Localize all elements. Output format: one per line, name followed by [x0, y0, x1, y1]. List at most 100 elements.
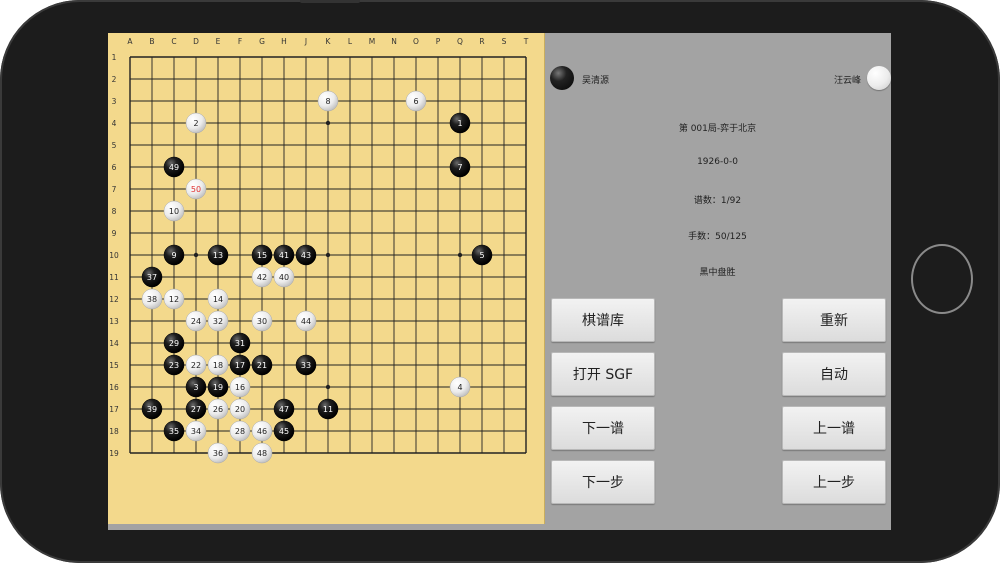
- move-number-31: 31: [235, 339, 245, 348]
- move-number-49: 49: [169, 163, 179, 172]
- column-label-B: B: [149, 37, 154, 46]
- column-label-R: R: [479, 37, 484, 46]
- row-label-17: 17: [109, 405, 119, 414]
- move-number-26: 26: [213, 405, 223, 414]
- row-label-19: 19: [109, 449, 119, 458]
- row-label-10: 10: [109, 251, 119, 260]
- game-title: 第 001局-弈于北京: [678, 124, 757, 134]
- column-label-N: N: [391, 37, 397, 46]
- white-stone-icon: [867, 66, 891, 90]
- move-number-35: 35: [169, 427, 179, 436]
- black-player: 吴清源: [550, 66, 670, 92]
- move-number-12: 12: [169, 295, 179, 304]
- prev-move-button[interactable]: 上一步: [782, 460, 886, 504]
- row-label-2: 2: [112, 75, 117, 84]
- move-number-32: 32: [213, 317, 223, 326]
- column-label-P: P: [436, 37, 441, 46]
- move-number-27: 27: [191, 405, 201, 414]
- go-board-panel[interactable]: A B C D E F G H J K L M N O P Q R S T 1 2 3 4 5 6 7 8 9 10 11 12 13 14 15…: [108, 33, 545, 524]
- record-count: 谱数：1/92: [693, 196, 742, 206]
- move-number-22: 22: [191, 361, 201, 370]
- row-label-6: 6: [112, 163, 117, 172]
- column-label-F: F: [238, 37, 242, 46]
- column-label-M: M: [369, 37, 375, 46]
- control-panel: 吴清源 汪云峰 第 001局-弈于北京 1926-0-0 谱数：1/92 手数：…: [544, 33, 891, 530]
- move-number-1: 1: [457, 119, 462, 128]
- move-number-46: 46: [257, 427, 267, 436]
- open-sgf-button[interactable]: 打开 SGF: [551, 352, 655, 396]
- move-number-3: 3: [193, 383, 198, 392]
- column-label-D: D: [193, 37, 199, 46]
- move-number-18: 18: [213, 361, 223, 370]
- prev-record-button[interactable]: 上一谱: [782, 406, 886, 450]
- move-number-4: 4: [457, 383, 462, 392]
- move-number-33: 33: [301, 361, 311, 370]
- move-number-41: 41: [279, 251, 289, 260]
- move-number-17: 17: [235, 361, 245, 370]
- home-button[interactable]: [911, 244, 973, 314]
- move-count: 手数：50/125: [688, 232, 747, 242]
- move-number-29: 29: [169, 339, 179, 348]
- move-number-24: 24: [191, 317, 201, 326]
- white-player: 汪云峰: [771, 66, 891, 92]
- move-number-23: 23: [169, 361, 179, 370]
- move-number-21: 21: [257, 361, 267, 370]
- move-number-47: 47: [279, 405, 289, 414]
- move-number-45: 45: [279, 427, 289, 436]
- move-number-14: 14: [213, 295, 223, 304]
- app-screen: A B C D E F G H J K L M N O P Q R S T 1 2 3 4 5 6 7 8 9 10 11 12 13 14 15…: [108, 33, 891, 530]
- row-label-11: 11: [109, 273, 119, 282]
- column-label-L: L: [348, 37, 353, 46]
- white-player-name: 汪云峰: [833, 76, 861, 86]
- next-record-button[interactable]: 下一谱: [551, 406, 655, 450]
- reset-button[interactable]: 重新: [782, 298, 886, 342]
- column-label-Q: Q: [457, 37, 463, 46]
- library-button[interactable]: 棋谱库: [551, 298, 655, 342]
- row-label-9: 9: [112, 229, 117, 238]
- column-label-J: J: [304, 37, 307, 46]
- move-number-36: 36: [213, 449, 223, 458]
- game-date: 1926-0-0: [697, 157, 738, 167]
- column-label-S: S: [502, 37, 507, 46]
- move-number-13: 13: [213, 251, 223, 260]
- move-number-48: 48: [257, 449, 267, 458]
- row-label-5: 5: [112, 141, 117, 150]
- move-number-15: 15: [257, 251, 267, 260]
- row-label-18: 18: [109, 427, 119, 436]
- game-result: 黑中盘胜: [699, 268, 736, 278]
- row-label-3: 3: [112, 97, 117, 106]
- row-label-7: 7: [112, 185, 117, 194]
- move-number-28: 28: [235, 427, 245, 436]
- column-label-K: K: [326, 37, 332, 46]
- black-player-name: 吴清源: [582, 76, 610, 86]
- row-label-4: 4: [112, 119, 117, 128]
- black-stone-icon: [550, 66, 574, 90]
- star-point: [193, 252, 199, 258]
- move-number-10: 10: [169, 207, 179, 216]
- move-number-38: 38: [147, 295, 157, 304]
- move-number-20: 20: [235, 405, 245, 414]
- column-label-E: E: [216, 37, 221, 46]
- move-number-50: 50: [191, 185, 201, 194]
- column-label-A: A: [127, 37, 133, 46]
- column-label-H: H: [281, 37, 287, 46]
- phone-top-edge: [300, 0, 360, 3]
- auto-button[interactable]: 自动: [782, 352, 886, 396]
- go-board[interactable]: A B C D E F G H J K L M N O P Q R S T123456789101112131415…: [108, 33, 544, 524]
- move-number-7: 7: [457, 163, 462, 172]
- column-label-T: T: [523, 37, 529, 46]
- row-label-12: 12: [109, 295, 119, 304]
- move-number-43: 43: [301, 251, 311, 260]
- move-number-34: 34: [191, 427, 201, 436]
- star-point: [325, 384, 331, 390]
- column-label-C: C: [171, 37, 176, 46]
- star-point: [457, 252, 463, 258]
- star-point: [325, 120, 331, 126]
- next-move-button[interactable]: 下一步: [551, 460, 655, 504]
- move-number-2: 2: [193, 119, 198, 128]
- column-label-O: O: [413, 37, 419, 46]
- row-label-14: 14: [109, 339, 119, 348]
- move-number-19: 19: [213, 383, 223, 392]
- move-number-37: 37: [147, 273, 157, 282]
- row-label-1: 1: [112, 53, 117, 62]
